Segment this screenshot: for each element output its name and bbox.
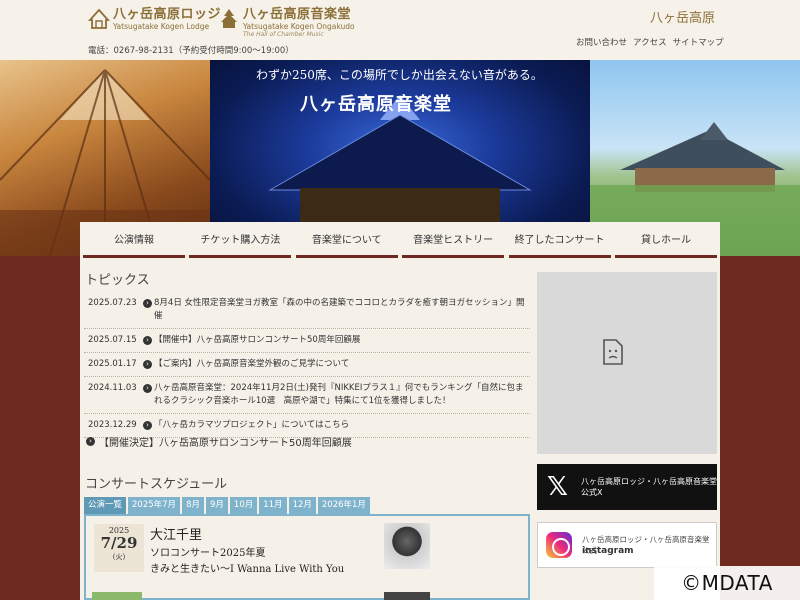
hall-logo-en-sub: The Hall of Chamber Music	[243, 31, 324, 38]
hall-logo-jp: 八ヶ岳高原音楽堂	[243, 7, 352, 22]
topic-date: 2025.07.15	[88, 335, 137, 345]
next-concert-date-badge	[92, 592, 142, 600]
concert-date-badge: 2025 7/29 (火)	[94, 524, 144, 572]
tab-12[interactable]: 12月	[288, 497, 316, 514]
lodge-roof-icon	[88, 8, 110, 29]
arrow-right-icon: ›	[143, 299, 152, 308]
nav-tickets[interactable]: チケット購入方法	[189, 222, 292, 258]
topic-text: 【ご案内】八ヶ岳高原音楽堂外観のご見学について	[154, 359, 350, 369]
tab-all[interactable]: 公演一覧	[84, 497, 127, 514]
video-embed[interactable]	[537, 272, 717, 454]
topic-date: 2025.07.23	[88, 298, 137, 308]
main-nav: 公演情報 チケット購入方法 音楽堂について 音楽堂ヒストリー 終了したコンサート…	[80, 222, 720, 258]
lodge-logo[interactable]: 八ヶ岳高原ロッジ Yatsugatake Kogen Lodge	[88, 8, 221, 31]
topics-heading: トピックス	[85, 273, 150, 288]
topic-text: 「八ヶ岳カラマツプロジェクト」についてはこちら	[154, 420, 350, 430]
topic-text: 8月4日 女性限定音楽堂ヨガ教室「森の中の名建築でココロとカラダを癒す朝ヨガセッ…	[154, 298, 525, 321]
topic-date: 2025.01.17	[88, 359, 137, 369]
tab-08[interactable]: 8月	[182, 497, 204, 514]
broken-embed-icon	[603, 339, 623, 365]
concert-subtitle: きみと生きたい〜I Wanna Live With You	[150, 564, 345, 575]
x-logo-icon: 𝕏	[547, 472, 568, 502]
topic-date: 2023.12.29	[88, 420, 137, 430]
x-link-label: 八ヶ岳高原ロッジ・八ヶ岳高原音楽堂 公式X	[581, 477, 717, 497]
topic-item[interactable]: 2025.07.15 › 【開催中】八ヶ岳高原サロンコンサート50周年回顧展	[84, 329, 530, 353]
topic-item[interactable]: 2024.11.03 › 八ヶ岳高原音楽堂：2024年11月2日(土)発刊『NI…	[84, 377, 530, 414]
topic-item[interactable]: 2025.07.23 › 8月4日 女性限定音楽堂ヨガ教室「森の中の名建築でココ…	[84, 292, 530, 329]
official-x-link[interactable]: 𝕏 八ヶ岳高原ロッジ・八ヶ岳高原音楽堂 公式X	[537, 464, 717, 510]
svg-text:八ヶ岳高原: 八ヶ岳高原	[650, 10, 714, 26]
tab-2026-01[interactable]: 2026年1月	[317, 497, 370, 514]
topic-date: 2024.11.03	[88, 383, 137, 393]
performer-photo[interactable]	[384, 523, 430, 569]
hall-logo-en: Yatsugatake Kogen Ongakudo	[243, 22, 355, 31]
tab-2025-07[interactable]: 2025年7月	[128, 497, 181, 514]
concert-weekday: (火)	[112, 553, 126, 561]
nav-about-hall[interactable]: 音楽堂について	[295, 222, 398, 258]
official-instagram-link[interactable]: 八ヶ岳高原ロッジ・八ヶ岳高原音楽堂公式 instagram	[537, 522, 717, 568]
nav-performances[interactable]: 公演情報	[83, 222, 185, 258]
phone-number: 電話：0267-98-2131（予約受付時間9:00～19:00）	[88, 46, 294, 56]
arrow-right-icon: ›	[143, 384, 152, 393]
featured-link-text: 【開催決定】八ヶ岳高原サロンコンサート50周年回顧展	[99, 438, 352, 449]
instagram-logo-icon	[546, 532, 572, 558]
concert-title: ソロコンサート2025年夏	[150, 548, 266, 559]
topic-text: 八ヶ岳高原音楽堂：2024年11月2日(土)発刊『NIKKEIプラス１』何でもラ…	[154, 383, 524, 406]
watermark: ©MDATA	[654, 566, 800, 600]
next-performer-photo	[384, 592, 430, 600]
concert-card[interactable]: 2025 7/29 (火) 大江千里 ソロコンサート2025年夏 きみと生きたい…	[90, 520, 528, 580]
tab-10[interactable]: 10月	[229, 497, 258, 514]
schedule-tabs: 公演一覧 2025年7月 8月 9月 10月 11月 12月 2026年1月	[84, 497, 370, 514]
topic-item[interactable]: 2025.01.17 › 【ご案内】八ヶ岳高原音楽堂外観のご見学について	[84, 353, 530, 377]
concert-performer: 大江千里	[150, 528, 203, 543]
tab-11[interactable]: 11月	[259, 497, 287, 514]
instagram-wordmark: instagram	[582, 546, 634, 556]
access-link[interactable]: アクセス	[633, 36, 667, 48]
hall-roof-icon	[221, 9, 237, 28]
nav-hall-rental[interactable]: 貸しホール	[614, 222, 717, 258]
topic-text: 【開催中】八ヶ岳高原サロンコンサート50周年回顧展	[154, 335, 361, 345]
hero-tagline: わずか250席、この場所でしか出会えない音がある。	[256, 68, 543, 82]
schedule-heading: コンサートスケジュール	[85, 477, 228, 492]
utility-links: お問い合わせ アクセス サイトマップ	[576, 36, 724, 48]
featured-link[interactable]: › 【開催決定】八ヶ岳高原サロンコンサート50周年回顧展	[86, 434, 352, 449]
nav-hall-history[interactable]: 音楽堂ヒストリー	[402, 222, 505, 258]
arrow-right-icon: ›	[86, 437, 95, 446]
hero-title: 八ヶ岳高原音楽堂	[300, 94, 452, 115]
contact-link[interactable]: お問い合わせ	[576, 36, 627, 48]
lodge-logo-jp: 八ヶ岳高原ロッジ	[113, 7, 222, 22]
yatsugatake-brand-logo[interactable]: 八ヶ岳高原	[650, 8, 714, 26]
hall-logo[interactable]: 八ヶ岳高原音楽堂 Yatsugatake Kogen Ongakudo The …	[218, 8, 355, 39]
nav-past-concerts[interactable]: 終了したコンサート	[508, 222, 611, 258]
sitemap-link[interactable]: サイトマップ	[673, 36, 724, 48]
topics-list: 2025.07.23 › 8月4日 女性限定音楽堂ヨガ教室「森の中の名建築でココ…	[84, 292, 530, 438]
lodge-logo-en: Yatsugatake Kogen Lodge	[113, 22, 210, 31]
arrow-right-icon: ›	[143, 421, 152, 430]
arrow-right-icon: ›	[143, 336, 152, 345]
tab-09[interactable]: 9月	[205, 497, 228, 514]
concert-month-day: 7/29	[100, 534, 138, 552]
arrow-right-icon: ›	[143, 360, 152, 369]
